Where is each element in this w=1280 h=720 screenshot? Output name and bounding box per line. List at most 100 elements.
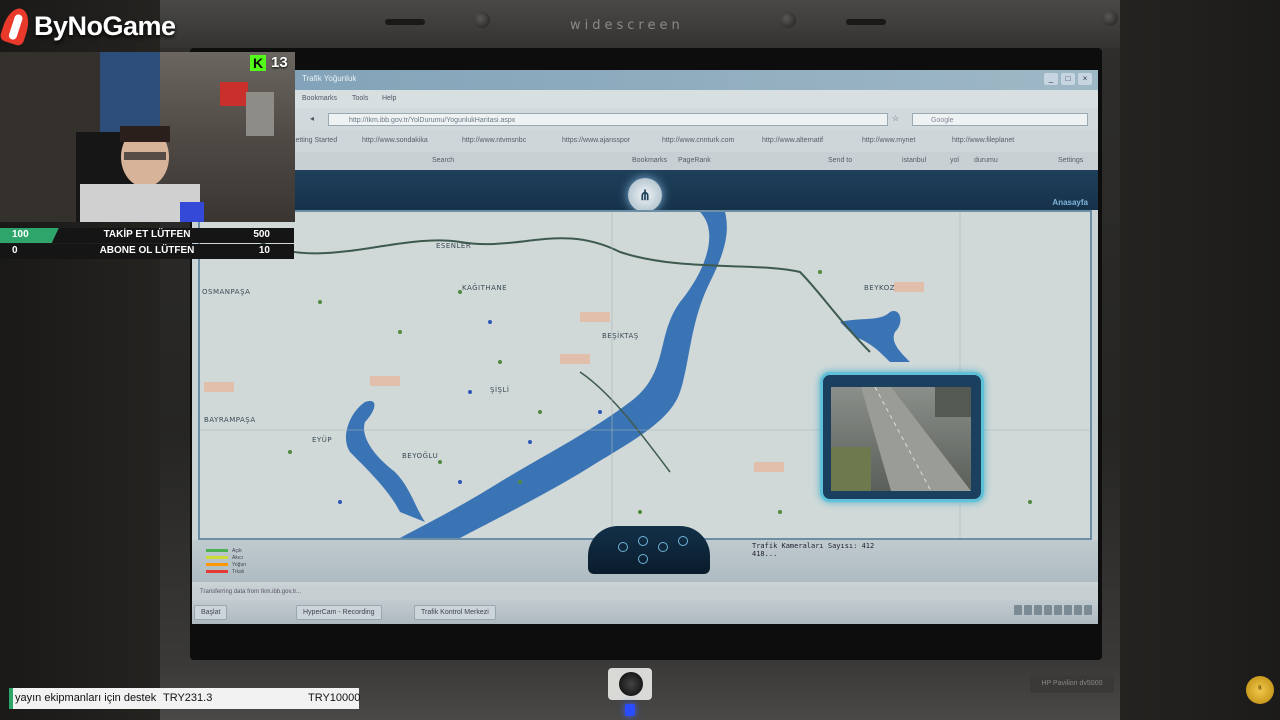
kick-viewer-count: 13 — [271, 54, 288, 71]
background-right — [1120, 0, 1280, 720]
bumper-left — [474, 12, 490, 28]
latch-right — [846, 19, 886, 25]
close-button[interactable]: × — [1078, 73, 1092, 85]
maximize-button[interactable]: □ — [1061, 73, 1075, 85]
webcam-lens — [619, 672, 643, 696]
bezel-label: widescreen — [570, 18, 684, 33]
follow-goal-label: TAKİP ET LÜTFEN — [103, 229, 191, 240]
console-button[interactable] — [658, 542, 668, 552]
toolbar-settings[interactable]: Settings — [1058, 157, 1083, 164]
window-title: Trafik Yoğunluk — [302, 74, 357, 83]
console-button[interactable] — [678, 536, 688, 546]
camera-feed — [831, 387, 971, 491]
donation-goal-bar: yayın ekipmanları için destek TRY231.3 T… — [9, 688, 361, 709]
link-6[interactable]: http://www.mynet — [862, 137, 915, 144]
toolbar-yol[interactable]: yol — [950, 157, 959, 164]
camera-popup[interactable] — [820, 372, 984, 502]
legend-swatch — [206, 563, 228, 567]
link-0[interactable]: Getting Started — [290, 137, 337, 144]
follow-goal-bar: 100 TAKİP ET LÜTFEN 500 — [0, 228, 294, 243]
app-header: ⋔ Anasayfa — [192, 170, 1098, 212]
link-1[interactable]: http://www.sondakika — [362, 137, 428, 144]
minimize-button[interactable]: _ — [1044, 73, 1058, 85]
toolbar-bookmarks[interactable]: Bookmarks — [632, 157, 667, 164]
map-label-beykoz: BEYKOZ — [864, 284, 896, 292]
menu-bookmarks[interactable]: Bookmarks — [302, 95, 337, 102]
tray-icon[interactable] — [1064, 605, 1072, 615]
map-label-beyoglu: BEYOĞLU — [402, 452, 439, 460]
tray-icon[interactable] — [1014, 605, 1022, 615]
legend-label: Akıcı — [232, 555, 244, 561]
map-label-eyup: EYÜP — [312, 436, 333, 444]
window-controls: _ □ × — [1044, 73, 1092, 85]
url-input[interactable]: http://tkm.ibb.gov.tr/YolDurumu/Yogunluk… — [328, 113, 888, 126]
laptop-screen: Trafik Yoğunluk _ □ × Bookmarks Tools He… — [192, 70, 1098, 624]
map-label-sisli: ŞİŞLİ — [490, 386, 510, 394]
map-label-kagithane: KAĞITHANE — [462, 284, 508, 292]
streamer-webcam — [0, 52, 295, 222]
system-tray — [1014, 605, 1092, 615]
legend-label: Tıkalı — [232, 569, 245, 575]
reservoir — [840, 311, 910, 362]
console-button[interactable] — [618, 542, 628, 552]
link-2[interactable]: http://www.ntvmsnbc — [462, 137, 526, 144]
link-4[interactable]: http://www.cnnturk.com — [662, 137, 734, 144]
browser-titlebar: Trafik Yoğunluk _ □ × — [192, 70, 1098, 90]
menu-tools[interactable]: Tools — [352, 95, 368, 102]
traffic-map[interactable]: OSMANPAŞA ESENLER KAĞITHANE BEŞİKTAŞ EYÜ… — [198, 210, 1092, 540]
search-toolbar: Search Bookmarks PageRank Send to istanb… — [192, 152, 1098, 170]
console-button[interactable] — [638, 536, 648, 546]
toolbar-istanbul[interactable]: istanbul — [902, 157, 926, 164]
traffic-info: Trafik Kameraları Sayısı: 412 418... — [752, 542, 874, 558]
tray-icon[interactable] — [1084, 605, 1092, 615]
bumper-right — [780, 12, 796, 28]
golden-horn — [345, 401, 425, 522]
link-5[interactable]: http://www.alternatif — [762, 137, 823, 144]
toolbar-send-to[interactable]: Send to — [828, 157, 852, 164]
taskbar: Başlat HyperCam - Recording Trafik Kontr… — [192, 600, 1098, 624]
status-bar: Transferring data from tkm.ibb.gov.tr... — [192, 586, 1098, 600]
link-3[interactable]: https://www.ajansspor — [562, 137, 630, 144]
tray-icon[interactable] — [1074, 605, 1082, 615]
link-7[interactable]: http://www.fileplanet — [952, 137, 1014, 144]
model-badge: HP Pavilion dv5000 — [1030, 675, 1114, 693]
start-button[interactable]: Başlat — [194, 605, 228, 620]
subscribe-goal-bar: 0 ABONE OL LÜTFEN 10 — [0, 244, 294, 259]
task-traffic-center[interactable]: Trafik Kontrol Merkezi — [414, 605, 496, 620]
task-hypercam[interactable]: HyperCam - Recording — [296, 605, 382, 620]
control-console — [588, 526, 710, 574]
brand-name: ByNoGame — [34, 10, 176, 41]
donation-target: TRY10000 — [308, 692, 361, 704]
console-button[interactable] — [638, 554, 648, 564]
map-label-bayrampasa: BAYRAMPAŞA — [204, 416, 256, 424]
home-link[interactable]: Anasayfa — [1052, 198, 1088, 207]
address-bar: ◂ http://tkm.ibb.gov.tr/YolDurumu/Yogunl… — [192, 108, 1098, 130]
subscribe-goal-label: ABONE OL LÜTFEN — [99, 245, 195, 256]
search-input[interactable]: Google — [912, 113, 1088, 126]
toolbar-search[interactable]: Search — [432, 157, 454, 164]
toolbar-durumu[interactable]: durumu — [974, 157, 998, 164]
legend-label: Yoğun — [232, 562, 246, 568]
map-label-esenler: ESENLER — [436, 242, 472, 250]
traffic-info-line1: Trafik Kameraları Sayısı: 412 — [752, 542, 875, 550]
legend-label: Açık — [232, 548, 242, 554]
status-text: Transferring data from tkm.ibb.gov.tr... — [200, 589, 302, 595]
map-label-osmanpasa: OSMANPAŞA — [202, 288, 251, 296]
tray-icon[interactable] — [1054, 605, 1062, 615]
bosphorus — [400, 212, 727, 538]
bookmark-star-icon[interactable]: ☆ — [892, 114, 902, 124]
menu-help[interactable]: Help — [382, 95, 396, 102]
toolbar-pagerank[interactable]: PageRank — [678, 157, 711, 164]
legend-swatch — [206, 556, 228, 560]
tray-icon[interactable] — [1024, 605, 1032, 615]
tray-icon[interactable] — [1034, 605, 1042, 615]
links-bar: Getting Started http://www.sondakika htt… — [192, 130, 1098, 152]
traffic-info-line2: 418... — [752, 550, 778, 558]
donation-label: yayın ekipmanları için destek — [15, 692, 157, 704]
webcam-led — [625, 704, 635, 716]
legend-swatch — [206, 570, 228, 574]
back-icon[interactable]: ◂ — [310, 114, 320, 124]
ibb-logo-icon: ⋔ — [628, 178, 662, 212]
kick-viewer-counter: K 13 — [250, 54, 288, 71]
tray-icon[interactable] — [1044, 605, 1052, 615]
